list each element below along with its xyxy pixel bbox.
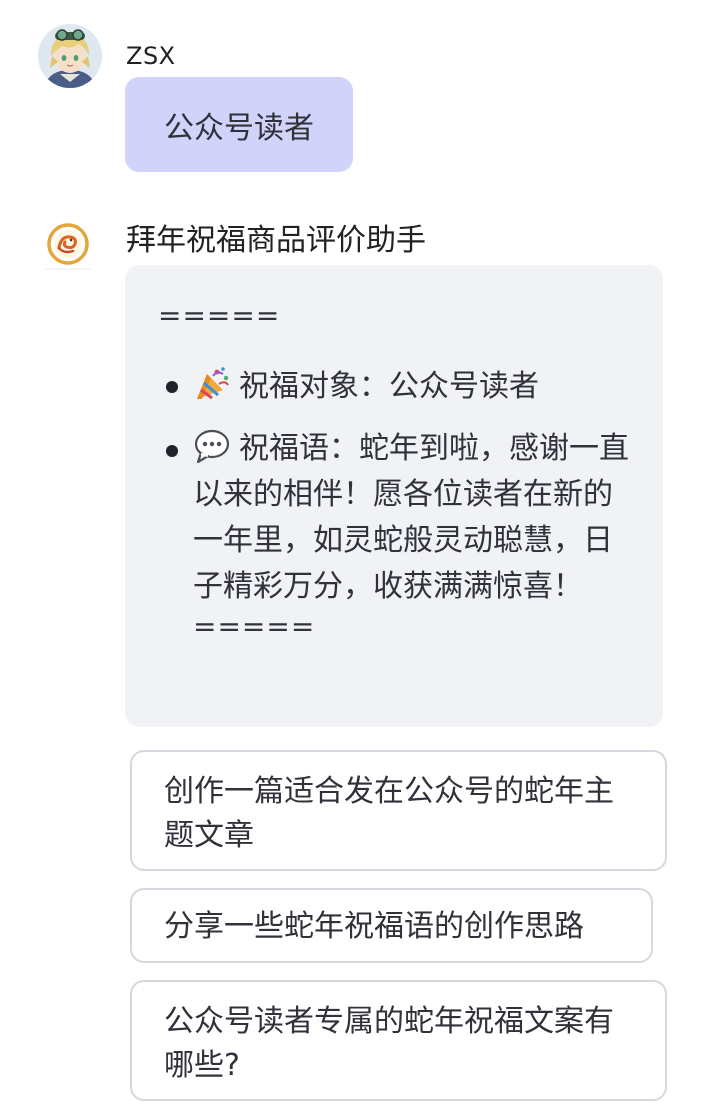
suggestion-chip[interactable]: 公众号读者专属的蛇年祝福文案有哪些? (130, 980, 667, 1101)
suggestion-chip[interactable]: 创作一篇适合发在公众号的蛇年主题文章 (130, 750, 667, 871)
list-item-greeting: 祝福语：蛇年到啦，感谢一直以来的相伴！愿各位读者在新的一年里，如灵蛇般灵动聪慧，… (193, 426, 633, 644)
user-avatar[interactable] (38, 24, 102, 88)
chat-page: ZSX 公众号读者 拜年祝福商品评价助手 ===== 祝福对象：公众号读者 祝福… (0, 0, 710, 1114)
user-message-bubble: 公众号读者 (125, 77, 353, 172)
snake-coin-logo-icon (45, 220, 91, 270)
separator-bottom: ===== (193, 610, 316, 643)
speech-bubble-icon (193, 428, 231, 464)
suggestion-chip[interactable]: 分享一些蛇年祝福语的创作思路 (130, 888, 653, 963)
bullet-dot (166, 381, 178, 393)
list-item-recipient: 祝福对象：公众号读者 (193, 364, 633, 410)
bot-avatar[interactable] (45, 220, 91, 270)
party-popper-icon (193, 366, 231, 402)
bot-message-bubble: ===== 祝福对象：公众号读者 祝福语：蛇年到啦，感谢一直以来的相伴！愿各位读… (125, 265, 663, 727)
bullet-dot (166, 445, 178, 457)
list-item-greeting-text: 祝福语：蛇年到啦，感谢一直以来的相伴！愿各位读者在新的一年里，如灵蛇般灵动聪慧，… (193, 431, 629, 604)
list-item-recipient-text: 祝福对象：公众号读者 (239, 369, 539, 404)
anime-character-avatar-icon (38, 24, 102, 88)
bot-name: 拜年祝福商品评价助手 (126, 223, 426, 258)
user-name: ZSX (126, 42, 176, 70)
separator-top: ===== (158, 299, 281, 332)
